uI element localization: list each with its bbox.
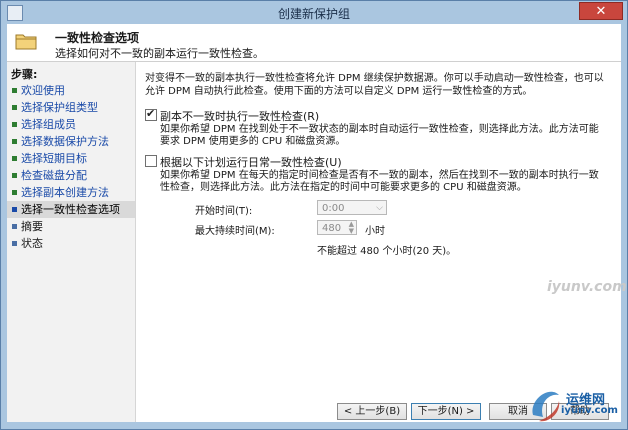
daily-check-label[interactable]: 根据以下计划运行日常一致性检查(U) xyxy=(160,154,342,170)
step-bullet-icon xyxy=(12,173,17,178)
max-duration-value: 480 xyxy=(322,223,342,234)
spin-arrows-icon: ▲ ▼ xyxy=(348,220,354,235)
step-disk-allocation[interactable]: 检查磁盘分配 xyxy=(7,167,135,184)
step-label: 选择副本创建方法 xyxy=(21,186,109,199)
option-auto-check[interactable]: 副本不一致时执行一致性检查(R) 如果你希望 DPM 在找到处于不一致状态的副本… xyxy=(145,107,615,158)
start-time-select[interactable]: 0:00 ⌵ xyxy=(317,200,387,215)
start-time-label: 开始时间(T): xyxy=(195,206,253,217)
next-button[interactable]: 下一步(N) > xyxy=(411,403,481,420)
step-bullet-icon xyxy=(12,190,17,195)
step-short-term-goals[interactable]: 选择短期目标 xyxy=(7,150,135,167)
close-button[interactable]: ✕ xyxy=(579,2,623,20)
step-label: 检查磁盘分配 xyxy=(21,169,87,182)
back-button[interactable]: < 上一步(B) xyxy=(337,403,407,420)
page-header: 一致性检查选项 选择如何对不一致的副本运行一致性检查。 xyxy=(7,24,621,62)
step-bullet-icon xyxy=(12,241,17,246)
window-title: 创建新保护组 xyxy=(277,7,350,21)
page-title: 一致性检查选项 xyxy=(55,31,140,45)
steps-sidebar: 步骤: 欢迎使用 选择保护组类型 选择组成员 选择数据保护方法 选择短期目标 检… xyxy=(7,62,136,422)
step-label: 欢迎使用 xyxy=(21,84,65,97)
step-label: 选择保护组类型 xyxy=(21,101,98,114)
page-subtitle: 选择如何对不一致的副本运行一致性检查。 xyxy=(55,47,264,60)
max-duration-stepper[interactable]: 480 ▲ ▼ xyxy=(317,220,357,235)
step-group-members[interactable]: 选择组成员 xyxy=(7,116,135,133)
auto-check-description: 如果你希望 DPM 在找到处于不一致状态的副本时自动运行一致性检查，则选择此方法… xyxy=(160,124,599,147)
step-bullet-icon xyxy=(12,224,17,229)
step-summary: 摘要 xyxy=(7,218,135,235)
start-time-value: 0:00 xyxy=(322,203,345,214)
step-bullet-icon xyxy=(12,139,17,144)
step-welcome[interactable]: 欢迎使用 xyxy=(7,82,135,99)
steps-list: 欢迎使用 选择保护组类型 选择组成员 选择数据保护方法 选择短期目标 检查磁盘分… xyxy=(7,82,135,252)
step-bullet-icon xyxy=(12,105,17,110)
max-duration-note: 不能超过 480 个小时(20 天)。 xyxy=(317,246,457,257)
step-label: 摘要 xyxy=(21,220,43,233)
step-label: 选择组成员 xyxy=(21,118,76,131)
auto-check-label[interactable]: 副本不一致时执行一致性检查(R) xyxy=(160,108,319,124)
watermark-logo-icon xyxy=(532,391,560,422)
max-duration-label: 最大持续时间(M): xyxy=(195,226,275,237)
step-label: 选择数据保护方法 xyxy=(21,135,109,148)
max-duration-unit: 小时 xyxy=(365,226,385,237)
wizard-client: 一致性检查选项 选择如何对不一致的副本运行一致性检查。 步骤: 欢迎使用 选择保… xyxy=(7,24,627,422)
title-bar[interactable]: 创建新保护组 ✕ xyxy=(1,1,627,23)
watermark-overlay: iyunv.com xyxy=(547,279,627,295)
step-bullet-icon xyxy=(12,156,17,161)
step-bullet-icon xyxy=(12,88,17,93)
step-consistency-check[interactable]: 选择一致性检查选项 xyxy=(7,201,135,218)
step-label: 选择一致性检查选项 xyxy=(21,203,120,216)
daily-check-checkbox[interactable] xyxy=(145,155,157,167)
step-bullet-icon xyxy=(12,122,17,127)
step-status: 状态 xyxy=(7,235,135,252)
daily-check-description: 如果你希望 DPM 在每天的指定时间检查是否有不一致的副本，然后在找到不一致的副… xyxy=(160,170,599,193)
chevron-down-icon: ⌵ xyxy=(376,203,383,213)
step-bullet-icon xyxy=(12,207,17,212)
step-label: 状态 xyxy=(21,237,43,250)
step-replica-creation[interactable]: 选择副本创建方法 xyxy=(7,184,135,201)
folder-icon xyxy=(15,34,37,50)
steps-label: 步骤: xyxy=(11,68,38,81)
step-group-type[interactable]: 选择保护组类型 xyxy=(7,99,135,116)
wizard-window: 创建新保护组 ✕ 一致性检查选项 选择如何对不一致的副本运行一致性检查。 步骤:… xyxy=(0,0,628,430)
watermark-site-url: iyunv.com xyxy=(561,405,618,416)
step-label: 选择短期目标 xyxy=(21,152,87,165)
auto-check-checkbox[interactable] xyxy=(145,107,157,121)
step-protection-method[interactable]: 选择数据保护方法 xyxy=(7,133,135,150)
option-daily-check[interactable]: 根据以下计划运行日常一致性检查(U) 如果你希望 DPM 在每天的指定时间检查是… xyxy=(145,154,615,204)
intro-text: 对变得不一致的副本执行一致性检查将允许 DPM 继续保护数据源。你可以手动启动一… xyxy=(145,73,604,97)
